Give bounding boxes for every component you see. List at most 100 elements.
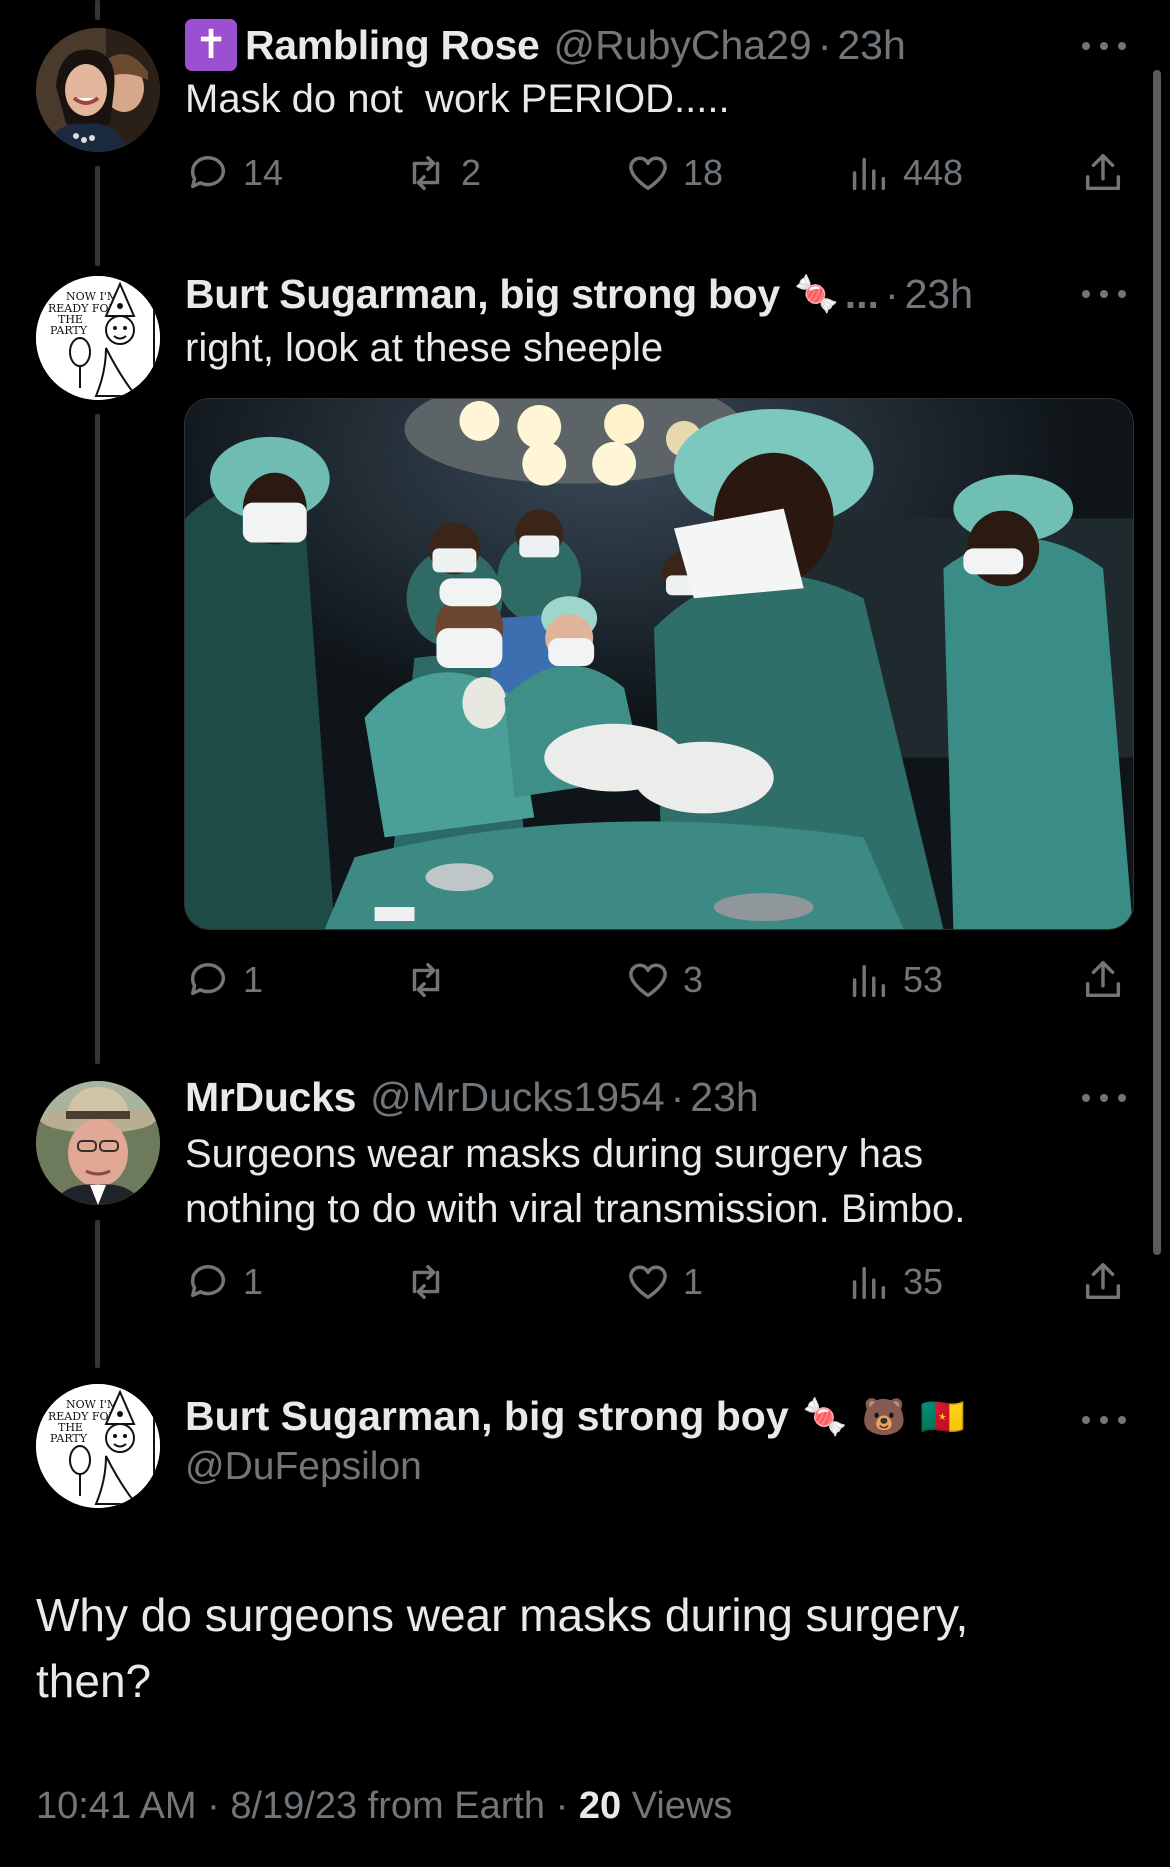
repost-icon — [412, 962, 440, 998]
tweet-actions: 14 2 18 448 — [185, 148, 1135, 198]
tweet-actions: 1 3 53 — [185, 955, 1135, 1005]
user-handle[interactable]: @RubyCha29 — [554, 22, 812, 69]
like-button[interactable]: 3 — [625, 955, 703, 1005]
reply-icon — [190, 156, 226, 189]
reply-button[interactable]: 1 — [185, 1257, 263, 1307]
avatar[interactable]: NOW I'M READY FOR THE PARTY — [36, 1384, 160, 1508]
views-count: 448 — [903, 152, 964, 193]
views-count: 35 — [903, 1261, 944, 1302]
separator: · — [207, 1785, 220, 1827]
repost-count: 2 — [461, 152, 482, 193]
reply-icon — [190, 963, 226, 996]
tweet-actions: 1 1 35 — [185, 1257, 1135, 1307]
reply-count: 1 — [243, 959, 264, 1000]
reply-count: 1 — [243, 1261, 264, 1302]
repost-button[interactable] — [403, 955, 461, 1005]
tweet-header: ✝ Rambling Rose @RubyCha29 · 23h — [185, 17, 906, 73]
views-button[interactable]: 448 — [845, 148, 963, 198]
thread-line-top — [95, 0, 100, 20]
views-chart-icon — [852, 964, 886, 998]
more-options-icon[interactable] — [1082, 1088, 1126, 1108]
scrollbar[interactable] — [1153, 70, 1161, 1255]
reply-count: 14 — [243, 152, 284, 193]
like-count: 3 — [683, 959, 704, 1000]
share-button[interactable] — [1080, 955, 1138, 1005]
tweet-header: Burt Sugarman, big strong boy 🍬 ... · 23… — [185, 266, 973, 322]
thread-line — [95, 414, 100, 1064]
avatar-cartoon-party: NOW I'M READY FOR THE PARTY — [36, 276, 160, 400]
like-count: 1 — [683, 1261, 704, 1302]
avatar[interactable] — [36, 28, 160, 152]
reply-button[interactable]: 14 — [185, 148, 283, 198]
timestamp[interactable]: 23h — [837, 22, 905, 69]
thread-view: ✝ Rambling Rose @RubyCha29 · 23h Mask do… — [0, 0, 1170, 1867]
tweet-header: MrDucks @MrDucks1954 · 23h — [185, 1069, 759, 1125]
tweet-text-line: nothing to do with viral transmission. B… — [185, 1187, 966, 1231]
share-icon — [1085, 154, 1121, 191]
views-button[interactable]: 53 — [845, 955, 943, 1005]
main-tweet-text: Why do surgeons wear masks during surger… — [36, 1582, 1136, 1714]
avatar-cartoon-party: NOW I'M READY FOR THE PARTY — [36, 1384, 160, 1508]
reply-icon — [190, 1265, 226, 1298]
post-date-source[interactable]: 8/19/23 from Earth — [230, 1785, 545, 1827]
tweet-text: right, look at these sheeple — [185, 326, 664, 370]
views-label: Views — [631, 1785, 733, 1827]
more-options-icon[interactable] — [1082, 36, 1126, 56]
user-handle[interactable]: @MrDucks1954 — [370, 1074, 665, 1121]
timestamp[interactable]: 23h — [905, 271, 973, 318]
tweet-text-line: then? — [36, 1655, 152, 1707]
candy-emoji: 🍬 — [802, 1395, 848, 1437]
heart-icon — [629, 1265, 667, 1300]
avatar[interactable]: NOW I'M READY FOR THE PARTY — [36, 276, 160, 400]
heart-icon — [629, 963, 667, 998]
separator: · — [670, 1073, 685, 1120]
tweet-text-line: Why do surgeons wear masks during surger… — [36, 1589, 969, 1641]
thread-line — [95, 1220, 100, 1368]
latin-cross-icon: ✝ — [185, 19, 237, 71]
avatar[interactable] — [36, 1081, 160, 1205]
repost-button[interactable]: 2 — [403, 148, 481, 198]
tweet-text: Mask do not work PERIOD..... — [185, 77, 730, 121]
views-chart-icon — [852, 157, 886, 191]
tweet-text-line: Surgeons wear masks during surgery has — [185, 1132, 924, 1176]
like-button[interactable]: 1 — [625, 1257, 703, 1307]
views-button[interactable]: 35 — [845, 1257, 943, 1307]
timestamp[interactable]: 23h — [690, 1074, 758, 1121]
bear-emoji: 🐻 — [861, 1395, 907, 1437]
svg-text:PARTY: PARTY — [50, 324, 88, 337]
repost-button[interactable] — [403, 1257, 461, 1307]
post-time[interactable]: 10:41 AM — [36, 1785, 197, 1827]
tweet-text: Surgeons wear masks during surgery has n… — [185, 1127, 965, 1237]
user-handle[interactable]: @DuFepsilon — [185, 1445, 422, 1489]
name-truncation: ... — [844, 270, 879, 317]
avatar-photo-man-hat — [36, 1081, 160, 1205]
display-name[interactable]: Burt Sugarman, big strong boy — [185, 1393, 789, 1440]
views-count: 20 — [578, 1785, 622, 1827]
svg-text:PARTY: PARTY — [50, 1432, 88, 1445]
tweet-metadata: 10:41 AM · 8/19/23 from Earth · 20 Views — [36, 1785, 732, 1828]
display-name[interactable]: Rambling Rose — [245, 22, 540, 69]
heart-icon — [629, 156, 667, 191]
separator: · — [555, 1785, 569, 1827]
like-button[interactable]: 18 — [625, 148, 723, 198]
share-button[interactable] — [1080, 1257, 1138, 1307]
separator: · — [884, 270, 899, 317]
reply-button[interactable]: 1 — [185, 955, 263, 1005]
share-button[interactable] — [1080, 148, 1138, 198]
share-icon — [1085, 1263, 1121, 1300]
display-name[interactable]: Burt Sugarman, big strong boy — [185, 271, 780, 318]
share-icon — [1085, 961, 1121, 998]
tweet-image-surgery[interactable] — [184, 398, 1134, 930]
main-tweet-header: Burt Sugarman, big strong boy 🍬 🐻 🇨🇲 — [185, 1393, 965, 1440]
cameroon-flag-emoji: 🇨🇲 — [920, 1395, 966, 1437]
views-count: 53 — [903, 959, 944, 1000]
repost-icon — [412, 155, 440, 191]
like-count: 18 — [683, 152, 724, 193]
display-name[interactable]: MrDucks — [185, 1074, 356, 1121]
more-options-icon[interactable] — [1082, 1410, 1126, 1430]
avatar-photo-woman — [36, 28, 160, 152]
surgery-photo — [185, 399, 1133, 929]
more-options-icon[interactable] — [1082, 284, 1126, 304]
separator: · — [817, 21, 832, 68]
candy-emoji: 🍬 — [793, 273, 839, 314]
